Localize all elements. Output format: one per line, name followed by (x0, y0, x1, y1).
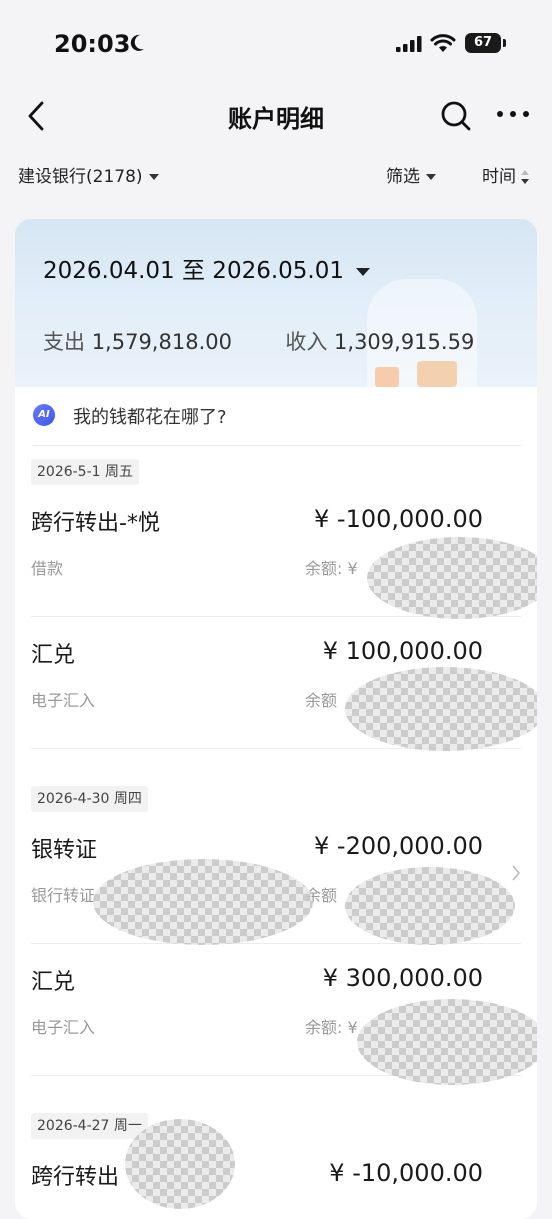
battery-tip (503, 39, 506, 47)
transaction-name: 跨行转出 (31, 1165, 120, 1190)
day-header: 2026-4-27 周一 (31, 1113, 148, 1139)
transaction-amount: ¥ -100,000.00 (314, 505, 483, 533)
divider (33, 445, 521, 446)
transactions-card: 2026.04.01 至 2026.05.01 支出 1,579,818.00 … (15, 219, 537, 1219)
caret-down-icon (356, 267, 370, 276)
banner-decoration (417, 361, 457, 387)
search-icon[interactable] (440, 100, 472, 132)
income-amount: 1,309,915.59 (334, 330, 475, 354)
redaction-mask (367, 537, 537, 619)
transaction-note: 电子汇入 (31, 1018, 96, 1037)
transaction-note: 借款 (31, 559, 64, 578)
ai-assistant-row[interactable]: AI 我的钱都花在哪了? (15, 387, 537, 445)
moon-icon (130, 34, 144, 51)
time-sort-button[interactable]: 时间 (482, 162, 530, 187)
filter-label: 筛选 (386, 167, 420, 187)
expense-amount: 1,579,818.00 (91, 330, 232, 354)
banner-decoration (375, 367, 399, 387)
ai-icon: AI (33, 404, 55, 426)
income-label: 收入 (285, 330, 328, 354)
sort-icon (521, 170, 529, 184)
battery-icon: 67 (465, 33, 501, 53)
transaction-amount: ¥ -200,000.00 (314, 832, 483, 860)
chevron-right-icon (512, 865, 521, 881)
caret-down-icon (148, 174, 159, 180)
transaction-row[interactable]: 跨行转出 ¥ -10,000.00 (15, 1139, 537, 1219)
time-sort-label: 时间 (482, 167, 516, 187)
transaction-note: 电子汇入 (31, 691, 96, 710)
totals-row: 支出 1,579,818.00 收入 1,309,915.59 (43, 326, 474, 356)
transaction-amount: ¥ 300,000.00 (322, 964, 483, 992)
redaction-mask (357, 999, 537, 1085)
date-range-label: 2026.04.01 至 2026.05.01 (43, 258, 344, 284)
filter-bar: 建设银行(2178) 筛选 时间 (0, 152, 552, 196)
day-header: 2026-4-30 周四 (31, 786, 148, 812)
transaction-balance: 余额: ¥ (305, 559, 358, 578)
transaction-name: 跨行转出-*悦 (31, 511, 160, 536)
expense-label: 支出 (43, 330, 85, 354)
status-bar: 20:03 67 (0, 0, 552, 88)
transaction-name: 银转证 (31, 838, 98, 863)
filter-button[interactable]: 筛选 (386, 162, 436, 187)
account-selector[interactable]: 建设银行(2178) (18, 162, 159, 187)
ai-prompt: 我的钱都花在哪了? (73, 407, 227, 428)
transaction-balance: 余额: ¥ (305, 1018, 358, 1037)
date-range-selector[interactable]: 2026.04.01 至 2026.05.01 (43, 251, 370, 285)
transaction-name: 汇兑 (31, 643, 76, 668)
summary-banner: 2026.04.01 至 2026.05.01 支出 1,579,818.00 … (15, 219, 537, 387)
redaction-mask (125, 1119, 235, 1209)
more-icon[interactable] (496, 110, 530, 118)
transaction-amount: ¥ 100,000.00 (322, 637, 483, 665)
transaction-note: 银行转证 (31, 886, 96, 905)
status-time: 20:03 (54, 30, 131, 58)
transaction-name: 汇兑 (31, 970, 76, 995)
transaction-amount: ¥ -10,000.00 (329, 1159, 483, 1187)
redaction-mask (93, 859, 313, 945)
nav-bar: 账户明细 (0, 88, 552, 144)
account-label: 建设银行(2178) (18, 167, 143, 187)
transaction-balance: 余额 (305, 691, 338, 710)
signal-icon (396, 36, 422, 52)
wifi-icon (430, 34, 456, 52)
caret-down-icon (426, 174, 436, 180)
redaction-mask (345, 667, 537, 751)
redaction-mask (345, 867, 515, 945)
day-header: 2026-5-1 周五 (31, 459, 139, 485)
